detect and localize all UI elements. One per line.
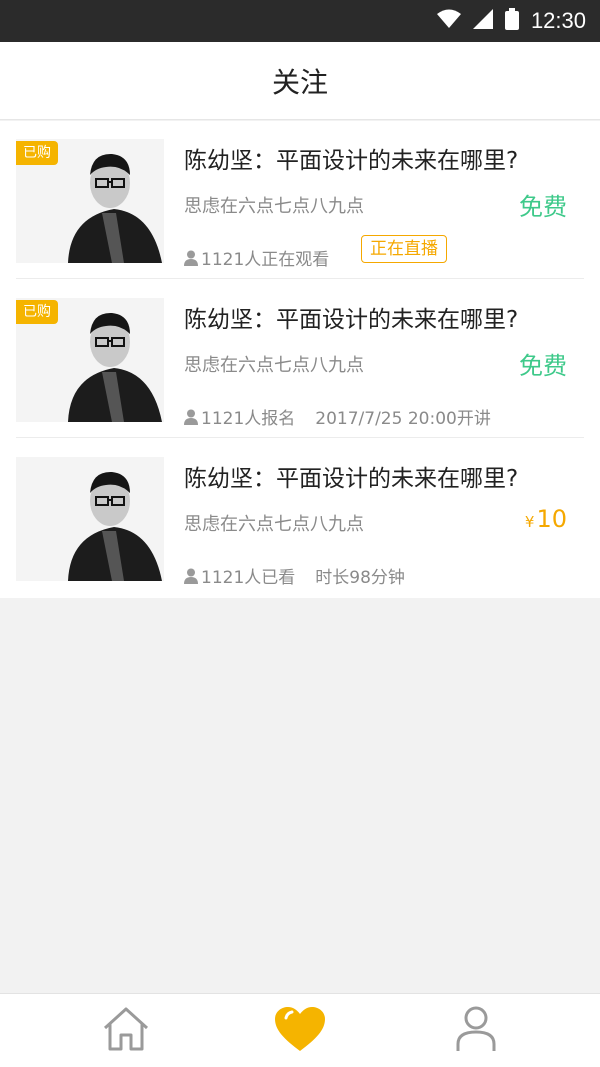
price-label: 免费 <box>519 193 567 221</box>
course-title[interactable]: 陈幼坚：平面设计的未来在哪里? <box>184 459 518 493</box>
purchased-badge: 已购 <box>16 300 58 324</box>
status-time: 12:30 <box>530 8 586 33</box>
person-icon <box>184 250 198 266</box>
home-icon <box>101 1006 151 1056</box>
course-list: 已购 陈幼坚：平面设计的未来在哪里? 思虑在六点七点八九点 免费 1121人正在… <box>0 121 600 598</box>
bottom-tab-bar <box>0 993 600 1067</box>
heart-icon <box>274 1006 326 1056</box>
signal-icon <box>472 9 493 33</box>
course-thumbnail <box>16 457 164 581</box>
tab-follow[interactable] <box>200 994 400 1067</box>
course-item[interactable]: 已购 陈幼坚：平面设计的未来在哪里? 思虑在六点七点八九点 免费 1121人报名… <box>16 280 584 438</box>
start-time: 2017/7/25 20:00开讲 <box>315 409 491 429</box>
price-label: ¥10 <box>525 505 567 533</box>
course-subtitle: 思虑在六点七点八九点 <box>184 355 364 376</box>
viewed-count: 1121人已看 <box>201 568 296 588</box>
course-subtitle: 思虑在六点七点八九点 <box>184 514 364 535</box>
signup-count: 1121人报名 <box>201 409 296 429</box>
header: 关注 <box>0 42 600 120</box>
course-subtitle: 思虑在六点七点八九点 <box>184 196 364 217</box>
course-meta: 1121人报名 2017/7/25 20:00开讲 <box>184 404 491 429</box>
tab-home[interactable] <box>26 994 226 1067</box>
purchased-badge: 已购 <box>16 141 58 165</box>
status-bar: 12:30 <box>0 0 600 42</box>
status-icons: 12:30 <box>436 0 586 42</box>
course-title[interactable]: 陈幼坚：平面设计的未来在哪里? <box>184 141 518 175</box>
viewer-count: 1121人正在观看 <box>201 250 330 270</box>
user-icon <box>454 1006 498 1056</box>
presenter-photo <box>16 457 164 581</box>
course-item[interactable]: 已购 陈幼坚：平面设计的未来在哪里? 思虑在六点七点八九点 免费 1121人正在… <box>16 121 584 279</box>
tab-profile[interactable] <box>376 994 576 1067</box>
battery-icon <box>504 8 519 34</box>
course-title[interactable]: 陈幼坚：平面设计的未来在哪里? <box>184 300 518 334</box>
wifi-icon <box>436 9 461 33</box>
price-amount: 10 <box>536 505 567 533</box>
page-title: 关注 <box>271 65 328 99</box>
person-icon <box>184 409 198 425</box>
course-item[interactable]: 陈幼坚：平面设计的未来在哪里? 思虑在六点七点八九点 ¥10 1121人已看 时… <box>16 439 584 597</box>
person-icon <box>184 568 198 584</box>
course-meta: 1121人正在观看 <box>184 245 329 270</box>
currency-symbol: ¥ <box>524 513 535 531</box>
live-status-tag: 正在直播 <box>361 235 447 263</box>
duration: 时长98分钟 <box>315 568 405 588</box>
course-meta: 1121人已看 时长98分钟 <box>184 563 405 588</box>
price-label: 免费 <box>519 352 567 380</box>
